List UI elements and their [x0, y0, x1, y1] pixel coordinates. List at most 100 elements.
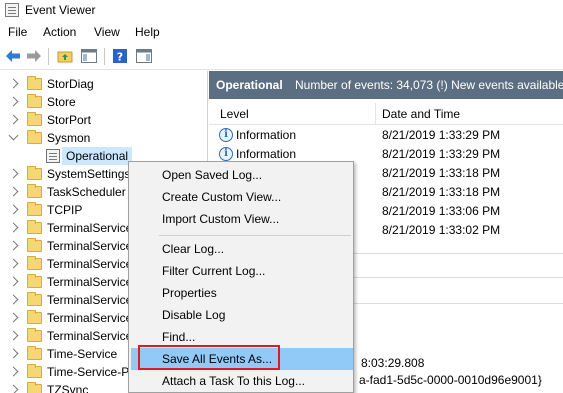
information-icon: i [219, 128, 233, 142]
folder-icon [27, 382, 42, 393]
tree-item-label: TZSync [47, 383, 89, 393]
menu-item-label: Properties [162, 286, 217, 300]
tree-item[interactable]: StorPort [0, 111, 207, 129]
tree-item-label: TerminalServices [47, 239, 139, 253]
folder-icon [27, 274, 42, 288]
show-hide-action-pane-icon[interactable] [135, 47, 153, 65]
chevron-right-icon[interactable] [8, 366, 19, 377]
tree-item-label: Store [47, 95, 76, 109]
menu-item-import-custom-view[interactable]: Import Custom View... [131, 208, 353, 230]
menu-item-label: Create Custom View... [162, 190, 282, 204]
show-hide-tree-icon[interactable] [80, 47, 98, 65]
annotation-highlight-box [138, 345, 280, 370]
menu-item-label: Open Saved Log... [162, 168, 263, 182]
help-icon[interactable]: ? [111, 47, 129, 65]
toolbar: ? [0, 43, 563, 70]
tree-item-label: TerminalServices [47, 257, 139, 271]
event-viewer-app-icon [5, 3, 19, 17]
folder-icon [27, 310, 42, 324]
event-detail-guid: a-fad1-5d5c-0000-0010d96e9001} [359, 373, 542, 387]
pane-header: Operational Number of events: 34,073 (!)… [209, 71, 563, 99]
folder-icon [27, 112, 42, 126]
folder-icon [27, 292, 42, 306]
chevron-right-icon[interactable] [8, 312, 19, 323]
chevron-down-icon[interactable] [8, 130, 19, 141]
folder-icon [27, 328, 42, 342]
menu-help[interactable]: Help [135, 25, 160, 39]
tree-item-label: Time-Service [47, 347, 118, 361]
menu-item-attach-task[interactable]: Attach a Task To this Log... [131, 370, 353, 392]
title-bar: Event Viewer [0, 0, 563, 21]
chevron-right-icon[interactable] [8, 330, 19, 341]
back-arrow-icon[interactable] [4, 47, 22, 65]
folder-icon [27, 256, 42, 270]
tree-item[interactable]: StorDiag [0, 75, 207, 93]
menu-bar: File Action View Help [0, 22, 563, 42]
event-date: 8/21/2019 1:33:29 PM [382, 128, 501, 142]
chevron-right-icon[interactable] [8, 276, 19, 287]
event-date: 8/21/2019 1:33:18 PM [382, 166, 501, 180]
event-viewer-window: Event Viewer File Action View Help ? Sto… [0, 0, 563, 393]
chevron-right-icon[interactable] [8, 258, 19, 269]
tree-item-label: StorPort [47, 113, 92, 127]
menu-action[interactable]: Action [43, 25, 76, 39]
column-header-date[interactable]: Date and Time [382, 107, 460, 121]
chevron-right-icon[interactable] [8, 348, 19, 359]
tree-item-label: TerminalServices [47, 329, 139, 343]
event-level: Information [236, 128, 297, 142]
menu-item-filter-current-log[interactable]: Filter Current Log... [131, 260, 353, 282]
chevron-right-icon[interactable] [8, 222, 19, 233]
folder-icon [27, 346, 42, 360]
chevron-right-icon[interactable] [8, 294, 19, 305]
menu-item-properties[interactable]: Properties [131, 282, 353, 304]
tree-item[interactable]: Store [0, 93, 207, 111]
chevron-right-icon[interactable] [8, 114, 19, 125]
chevron-right-icon[interactable] [8, 204, 19, 215]
tree-item-label: TerminalServices [47, 221, 139, 235]
tree-item-label: Operational [66, 149, 129, 163]
svg-text:?: ? [117, 51, 123, 64]
menu-item-label: Find... [162, 330, 196, 344]
chevron-right-icon[interactable] [8, 240, 19, 251]
folder-icon [27, 166, 42, 180]
chevron-right-icon[interactable] [8, 186, 19, 197]
chevron-right-icon[interactable] [8, 384, 19, 393]
forward-arrow-icon[interactable] [25, 47, 43, 65]
chevron-right-icon[interactable] [8, 168, 19, 179]
tree-item-label: Sysmon [47, 131, 91, 145]
menu-item-label: Filter Current Log... [162, 264, 266, 278]
tree-item-label: TaskScheduler [47, 185, 126, 199]
tree-item-label: SystemSettings [47, 167, 131, 181]
event-level: Information [236, 147, 297, 161]
tree-item-label: TerminalServices [47, 311, 139, 325]
folder-icon [27, 76, 42, 90]
chevron-right-icon[interactable] [8, 96, 19, 107]
folder-icon [27, 130, 42, 144]
folder-icon [27, 220, 42, 234]
menu-item-disable-log[interactable]: Disable Log [131, 304, 353, 326]
event-log-icon [46, 149, 60, 163]
folder-up-icon[interactable] [56, 47, 74, 65]
toolbar-separator [104, 48, 105, 65]
menu-file[interactable]: File [8, 25, 27, 39]
folder-icon [27, 364, 42, 378]
toolbar-separator [48, 48, 49, 65]
menu-item-clear-log[interactable]: Clear Log... [131, 238, 353, 260]
event-date: 8/21/2019 1:33:18 PM [382, 185, 501, 199]
information-icon: i [219, 147, 233, 161]
folder-icon [27, 202, 42, 216]
folder-icon [27, 94, 42, 108]
menu-item-create-custom-view[interactable]: Create Custom View... [131, 186, 353, 208]
column-header-level[interactable]: Level [220, 107, 249, 121]
folder-icon [27, 184, 42, 198]
table-row[interactable]: i Information 8/21/2019 1:33:29 PM [209, 126, 563, 145]
tree-item-sysmon[interactable]: Sysmon [0, 129, 207, 147]
menu-item-label: Attach a Task To this Log... [162, 374, 305, 388]
tree-item-label: TerminalServices [47, 275, 139, 289]
menu-view[interactable]: View [94, 25, 120, 39]
chevron-right-icon[interactable] [8, 78, 19, 89]
folder-icon [27, 238, 42, 252]
column-divider[interactable] [375, 103, 376, 125]
event-detail-time: 8:03:29.808 [361, 356, 425, 370]
menu-item-open-saved-log[interactable]: Open Saved Log... [131, 164, 353, 186]
